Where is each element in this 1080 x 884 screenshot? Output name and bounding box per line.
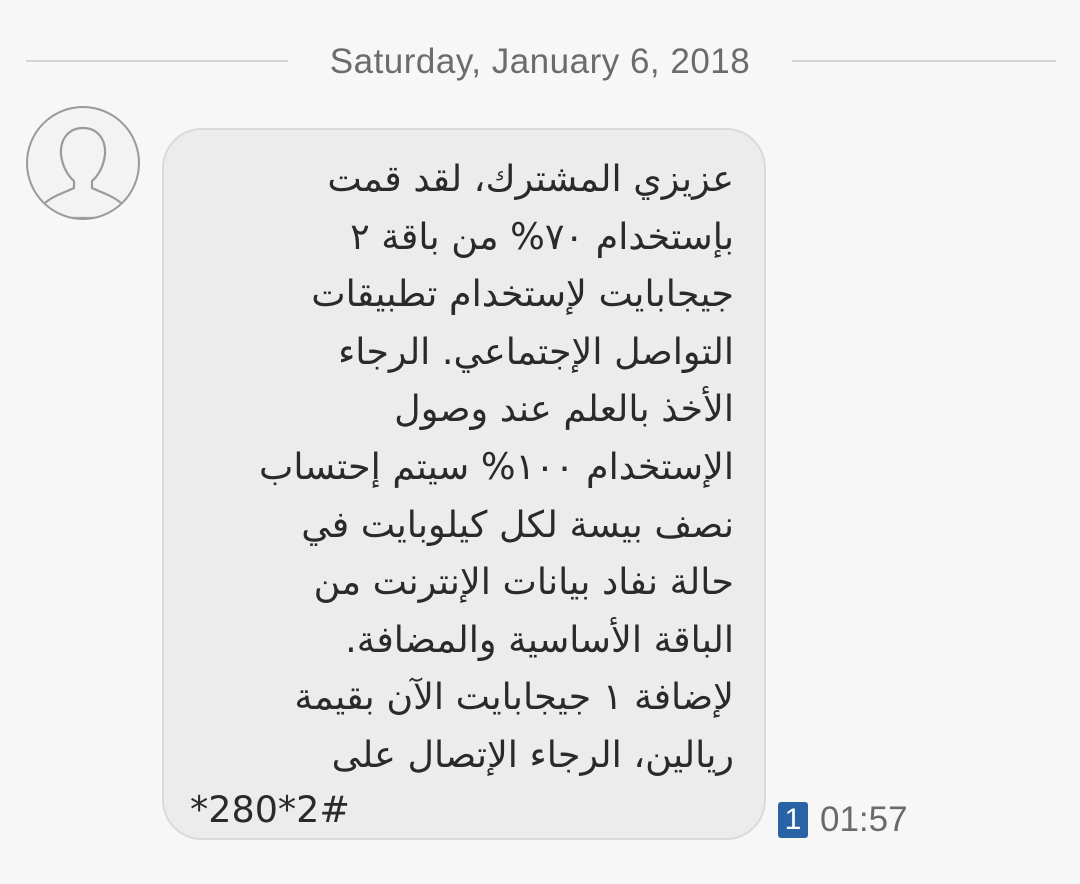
date-separator-label: Saturday, January 6, 2018 [329,42,751,81]
date-divider-right [792,60,1056,62]
person-silhouette-icon [28,108,138,218]
message-thread-screen: Saturday, January 6, 2018 عزيزي المشترك،… [0,0,1080,884]
message-bubble[interactable]: عزيزي المشترك، لقد قمت بإستخدام ٧٠% من ب… [162,128,766,840]
message-meta: 1 01:57 [778,800,908,840]
date-divider-left [26,60,288,62]
sim-slot-badge: 1 [778,802,808,838]
message-ussd-code[interactable]: *280*2# [190,784,734,836]
message-text: عزيزي المشترك، لقد قمت بإستخدام ٧٠% من ب… [258,157,734,776]
message-timestamp: 01:57 [820,800,908,839]
date-separator: Saturday, January 6, 2018 [0,36,1080,88]
sender-avatar[interactable] [26,106,140,220]
